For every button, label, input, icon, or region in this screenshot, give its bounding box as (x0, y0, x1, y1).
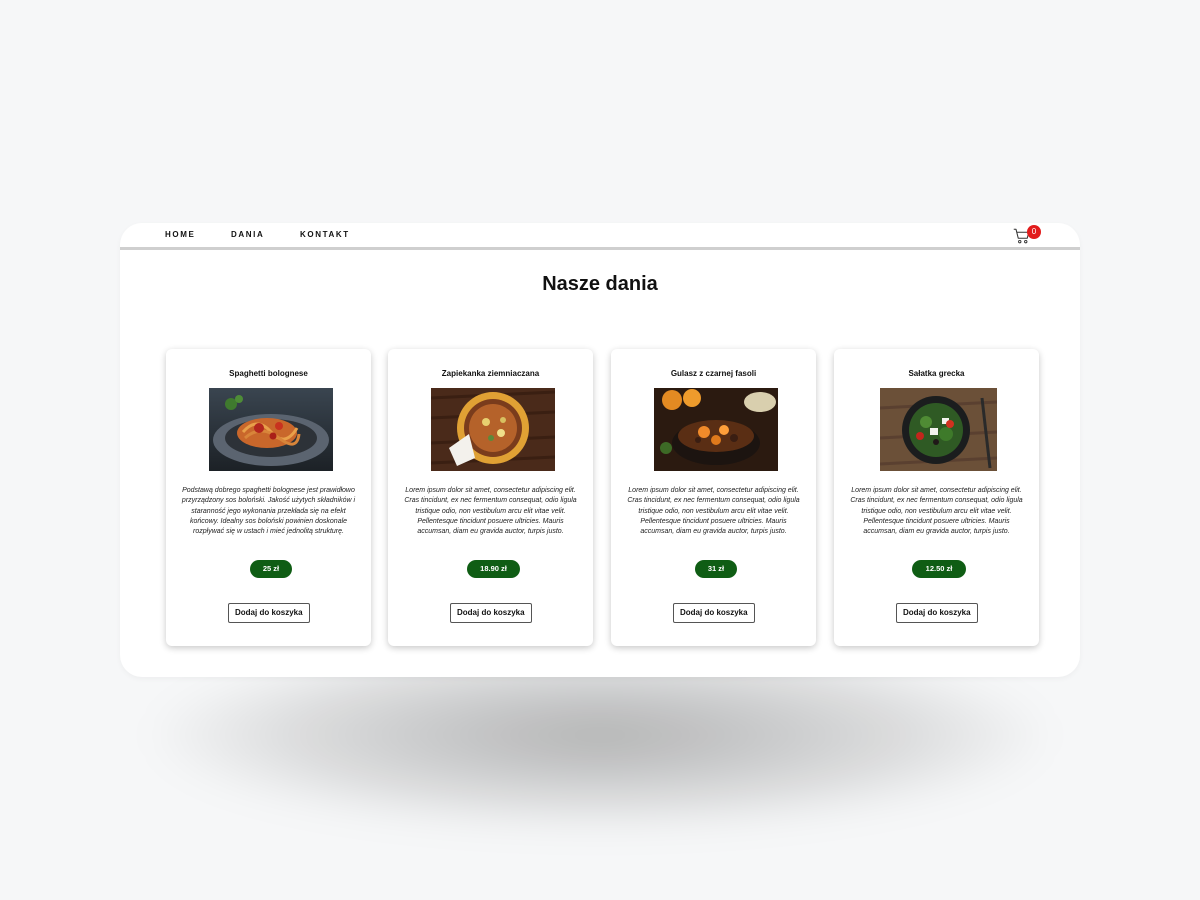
dish-name: Sałatka grecka (908, 369, 965, 378)
dish-name: Zapiekanka ziemniaczana (441, 369, 540, 378)
dish-description: Lorem ipsum dolor sit amet, consectetur … (850, 487, 1023, 536)
nav-link-dania[interactable]: DANIA (231, 230, 264, 239)
cart-count-badge: 0 (1027, 225, 1041, 239)
dish-card: Sałatka grecka Lorem ipsum dolor sit ame… (834, 349, 1039, 646)
nav-link-kontakt[interactable]: KONTAKT (300, 230, 350, 239)
dish-card: Spaghetti bolognese Podstawą dobrego spa… (166, 349, 371, 646)
add-to-cart-button[interactable]: Dodaj do koszyka (896, 603, 978, 623)
dish-description: Lorem ipsum dolor sit amet, consectetur … (404, 487, 577, 536)
nav-link-home[interactable]: HOME (165, 230, 195, 239)
dish-image-gulasz (654, 388, 778, 471)
dish-description: Podstawą dobrego spaghetti bolognese jes… (181, 487, 356, 536)
price-badge: 18.90 zł (467, 560, 520, 578)
add-to-cart-button[interactable]: Dodaj do koszyka (673, 603, 755, 623)
add-to-cart-button[interactable]: Dodaj do koszyka (228, 603, 310, 623)
dish-name: Spaghetti bolognese (229, 369, 308, 378)
dish-image-zapiekanka (431, 388, 555, 471)
top-navbar: HOME DANIA KONTAKT 0 (120, 223, 1080, 250)
add-to-cart-button[interactable]: Dodaj do koszyka (450, 603, 532, 623)
browser-window: HOME DANIA KONTAKT 0 Nasze dania Spaghet… (120, 223, 1080, 677)
dish-card: Zapiekanka ziemniaczana Lorem ipsum dolo… (388, 349, 593, 646)
dish-image-spaghetti (209, 388, 333, 471)
price-badge: 31 zł (695, 560, 737, 578)
dish-card: Gulasz z czarnej fasoli Lorem ipsum dolo… (611, 349, 816, 646)
dish-description: Lorem ipsum dolor sit amet, consectetur … (627, 487, 800, 536)
price-badge: 12.50 zł (912, 560, 966, 578)
cart-button[interactable]: 0 (1013, 225, 1043, 247)
dish-image-salatka (880, 388, 997, 471)
page-title: Nasze dania (542, 273, 658, 295)
price-badge: 25 zł (250, 560, 292, 578)
dish-name: Gulasz z czarnej fasoli (670, 369, 757, 378)
